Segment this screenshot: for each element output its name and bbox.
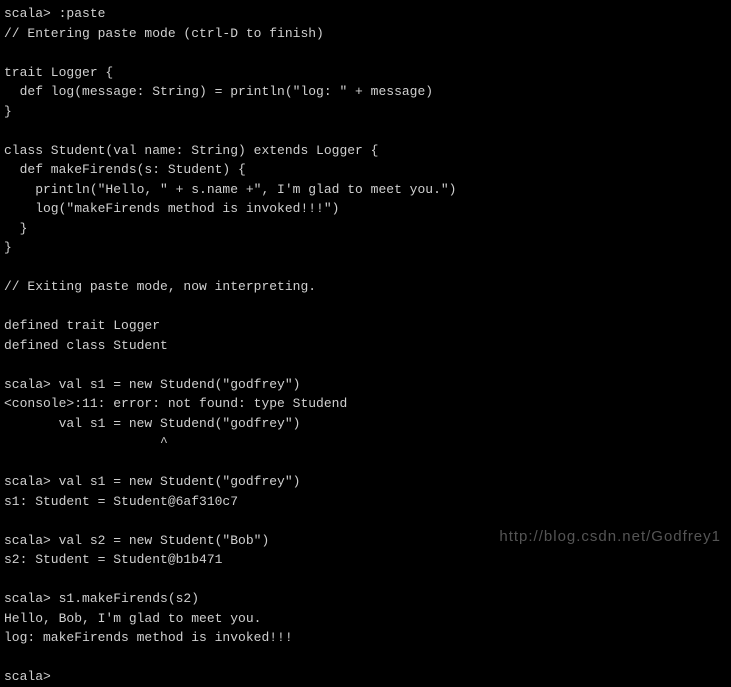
terminal-line: ^ xyxy=(4,433,727,453)
terminal-line: defined class Student xyxy=(4,336,727,356)
terminal-line: // Entering paste mode (ctrl-D to finish… xyxy=(4,24,727,44)
terminal-line xyxy=(4,355,727,375)
terminal-line: scala> val s1 = new Student("godfrey") xyxy=(4,472,727,492)
terminal-line: } xyxy=(4,219,727,239)
terminal-line: Hello, Bob, I'm glad to meet you. xyxy=(4,609,727,629)
terminal-line: defined trait Logger xyxy=(4,316,727,336)
terminal-line: class Student(val name: String) extends … xyxy=(4,141,727,161)
terminal-line: scala> :paste xyxy=(4,4,727,24)
terminal-line xyxy=(4,258,727,278)
terminal-line: val s1 = new Studend("godfrey") xyxy=(4,414,727,434)
terminal-line xyxy=(4,570,727,590)
terminal-line: s2: Student = Student@b1b471 xyxy=(4,550,727,570)
terminal-line: log("makeFirends method is invoked!!!") xyxy=(4,199,727,219)
terminal-line xyxy=(4,453,727,473)
terminal-line: scala> s1.makeFirends(s2) xyxy=(4,589,727,609)
terminal-line: def log(message: String) = println("log:… xyxy=(4,82,727,102)
terminal-line: scala> val s1 = new Studend("godfrey") xyxy=(4,375,727,395)
watermark: http://blog.csdn.net/Godfrey1 xyxy=(499,526,721,549)
terminal-line xyxy=(4,297,727,317)
terminal-line xyxy=(4,648,727,668)
terminal-line: trait Logger { xyxy=(4,63,727,83)
terminal-line xyxy=(4,43,727,63)
terminal-output[interactable]: scala> :paste// Entering paste mode (ctr… xyxy=(4,4,727,687)
terminal-line xyxy=(4,121,727,141)
terminal-line: } xyxy=(4,102,727,122)
terminal-line: log: makeFirends method is invoked!!! xyxy=(4,628,727,648)
terminal-line: println("Hello, " + s.name +", I'm glad … xyxy=(4,180,727,200)
terminal-line: } xyxy=(4,238,727,258)
terminal-line: s1: Student = Student@6af310c7 xyxy=(4,492,727,512)
terminal-line: def makeFirends(s: Student) { xyxy=(4,160,727,180)
terminal-line: scala> xyxy=(4,667,727,687)
terminal-line: // Exiting paste mode, now interpreting. xyxy=(4,277,727,297)
terminal-line: <console>:11: error: not found: type Stu… xyxy=(4,394,727,414)
